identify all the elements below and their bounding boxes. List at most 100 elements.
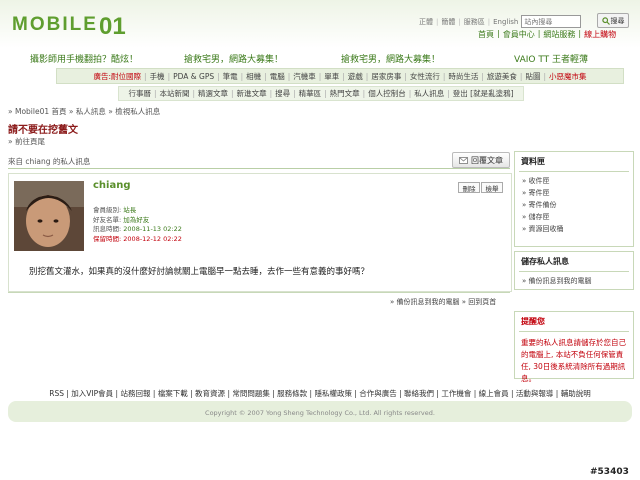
nav-item[interactable]: 女性流行 [410, 71, 440, 82]
top-link-service[interactable]: 服務區 [464, 17, 485, 27]
nav2-item[interactable]: 個人控制台 [368, 88, 406, 99]
nav2-item[interactable]: 新進文章 [237, 88, 267, 99]
top-link-simplified[interactable]: 簡體 [441, 17, 455, 27]
logo-01-icon: 01 [99, 13, 126, 40]
message-bottom-links[interactable]: » 備份訊息到我的電腦 » 回到頁首 [390, 297, 496, 307]
ad-link[interactable]: 搶救宅男，網路大募集！ [341, 52, 440, 65]
folder-trash[interactable]: » 資源回收桶 [515, 223, 633, 235]
separator: | [578, 29, 582, 38]
user-link-site-services[interactable]: 網站服務 [543, 29, 575, 40]
notice-title: 提醒您 [521, 317, 545, 326]
message-from-line: 來自 chiang 的私人訊息 [8, 157, 91, 166]
separator: | [269, 89, 273, 98]
nav-item[interactable]: 遊戲 [348, 71, 363, 82]
nav-item[interactable]: 電腦 [270, 71, 285, 82]
detail-row: 訊息時間: 2008-11-13 02:22 [93, 225, 182, 235]
detail-row: 好友名單: 加為好友 [93, 216, 182, 226]
watermark: #53403 [590, 467, 629, 477]
separator: | [167, 71, 171, 81]
delete-button[interactable]: 刪除 [458, 182, 480, 193]
separator: | [481, 71, 484, 81]
folder-inbox[interactable]: » 收件匣 [515, 175, 633, 187]
search-icon [601, 16, 610, 25]
backup-link[interactable]: » 備份訊息到我的電腦 [515, 275, 633, 287]
top-link-traditional[interactable]: 正體 [419, 17, 433, 27]
separator: | [264, 71, 267, 81]
detail-value: 站長 [123, 206, 137, 214]
separator: | [497, 29, 500, 38]
avatar[interactable] [14, 181, 84, 251]
notice-panel: 提醒您 重要的私人訊息請儲存於您自己的電腦上, 本站不負任何保管責任, 30日後… [514, 311, 634, 383]
nav-item[interactable]: 汽機車 [293, 71, 316, 82]
detail-row: 會員級別: 站長 [93, 206, 182, 216]
nav-item[interactable]: 居家房事 [371, 71, 401, 82]
nav-item[interactable]: 貼圖 [525, 71, 540, 82]
category-nav: 廣告:耐位國際 | 手機 | PDA & GPS | 筆電 | 相機 | 電腦 | 汽機車 |… [56, 68, 624, 84]
nav-item[interactable]: PDA & GPS [173, 72, 214, 81]
nav-item[interactable]: 筆電 [223, 71, 238, 82]
nav-item-market[interactable]: 小惡魔市集 [549, 71, 587, 82]
logo-text: MOBILE [12, 14, 98, 35]
folders-panel: 資料匣 » 收件匣 » 寄件匣 » 寄件備份 » 儲存匣 » 資源回收桶 [514, 151, 634, 247]
reply-button-label: 回覆文章 [471, 155, 503, 165]
separator: | [324, 89, 327, 98]
nav2-item[interactable]: 搜尋 [275, 88, 290, 99]
reply-button[interactable]: 回覆文章 [452, 152, 510, 168]
reply-icon [459, 156, 468, 164]
ad-row: 攝影師用手機翻拍？酷炫！ 搶救宅男，網路大募集！ 搶救宅男，網路大募集！ VAI… [0, 52, 640, 66]
nav-item[interactable]: 相機 [246, 71, 261, 82]
nav-item[interactable]: 時尚生活 [448, 71, 478, 82]
site-logo[interactable]: MOBILE 01 [12, 11, 132, 40]
top-links: 正體 | 簡體 | 服務區 | English [419, 15, 582, 28]
nav2-item[interactable]: 本站新聞 [160, 88, 190, 99]
separator: | [217, 71, 220, 81]
nav2-item[interactable]: 私人訊息 [414, 88, 444, 99]
page-title: 請不要在挖舊文 [8, 125, 78, 136]
separator: | [404, 71, 407, 81]
copyright: Copyright © 2007 Yong Sheng Technology C… [205, 409, 435, 417]
separator: | [458, 17, 461, 26]
search-button[interactable]: 搜尋 [597, 13, 629, 28]
ad-link[interactable]: VAIO TT 王者輕薄 [514, 52, 588, 65]
detail-label: 保留時間: [93, 234, 122, 243]
ad-link[interactable]: 搶救宅男，網路大募集！ [184, 52, 283, 65]
user-link-member-center[interactable]: 會員中心 [503, 29, 535, 40]
report-button[interactable]: 檢舉 [481, 182, 503, 193]
ad-link[interactable]: 攝影師用手機翻拍？酷炫！ [30, 52, 138, 65]
separator: | [519, 71, 523, 81]
breadcrumb[interactable]: » Mobile01 首頁 » 私人訊息 » 檢視私人訊息 [8, 106, 160, 117]
separator: | [342, 71, 345, 81]
add-friend-link[interactable]: 加為好友 [123, 216, 149, 224]
nav2-item[interactable]: 行事曆 [128, 88, 151, 99]
user-nav: 行事曆 | 本站新聞 | 精選文章 | 新進文章 | 搜尋 | 精華區 | 熱門文章 | 個人… [118, 86, 524, 101]
divider [8, 168, 510, 169]
search-input[interactable] [521, 15, 582, 28]
user-link-shopping[interactable]: 線上購物 [584, 29, 616, 40]
separator: | [408, 89, 412, 98]
divider [8, 292, 510, 293]
nav-item-ad[interactable]: 廣告:耐位國際 [94, 71, 142, 82]
detail-value: 2008-11-13 02:22 [123, 225, 182, 233]
separator: | [365, 71, 369, 81]
nav-item[interactable]: 手機 [150, 71, 165, 82]
folder-saved[interactable]: » 儲存匣 [515, 211, 633, 223]
footer-links[interactable]: RSS | 加入VIP會員 | 站務回報 | 檔案下載 | 教育資源 | 常問問… [0, 388, 640, 399]
separator: | [442, 71, 446, 81]
folder-outbox[interactable]: » 寄件匣 [515, 187, 633, 199]
folder-sent[interactable]: » 寄件備份 [515, 199, 633, 211]
goto-bottom-link[interactable]: » 前往頁尾 [8, 136, 45, 147]
nav2-item[interactable]: 熱門文章 [330, 88, 360, 99]
top-link-english[interactable]: English [493, 18, 518, 26]
user-links: 首頁 | 會員中心 | 網站服務 | 線上購物 [478, 29, 616, 40]
sender-details: 會員級別: 站長 好友名單: 加為好友 訊息時間: 2008-11-13 02:… [93, 206, 182, 244]
nav2-item[interactable]: 精選文章 [198, 88, 228, 99]
nav2-item[interactable]: 精華區 [299, 88, 322, 99]
nav2-item-logout[interactable]: 登出 [就是亂塗鴉] [453, 88, 514, 99]
separator: | [487, 17, 491, 26]
detail-row: 保留時間: 2008-12-12 02:22 [93, 235, 182, 245]
sender-name[interactable]: chiang [93, 180, 131, 191]
nav-item[interactable]: 旅遊美食 [487, 71, 517, 82]
nav-item[interactable]: 單車 [324, 71, 339, 82]
user-link-home[interactable]: 首頁 [478, 29, 494, 40]
separator: | [537, 29, 541, 38]
